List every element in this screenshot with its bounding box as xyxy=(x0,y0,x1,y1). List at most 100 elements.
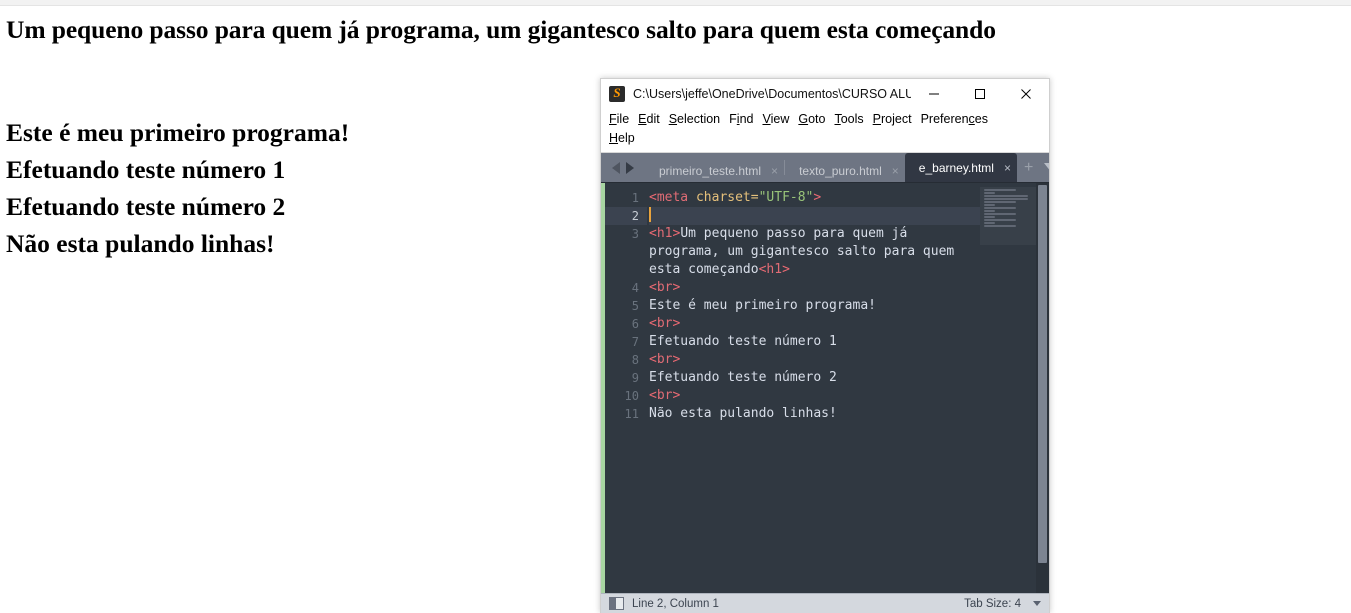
menu-item-view[interactable]: View xyxy=(762,110,798,129)
tab-label: primeiro_teste.html xyxy=(659,163,762,178)
window-title: C:\Users\jeffe\OneDrive\Documentos\CURSO… xyxy=(633,87,911,101)
menu-item-selection[interactable]: Selection xyxy=(669,110,729,129)
code-token-tag: h1 xyxy=(766,262,783,277)
close-icon xyxy=(1021,89,1031,99)
menu-item-find[interactable]: Find xyxy=(729,110,762,129)
editor-tab-active[interactable]: e_barney.html × xyxy=(904,153,1017,182)
code-content[interactable]: <meta charset="UTF-8"> <h1>Um pequeno pas… xyxy=(647,183,980,593)
code-token-punct: < xyxy=(649,352,657,367)
line-number: 1 xyxy=(631,191,639,205)
code-token-punct: > xyxy=(782,262,790,277)
code-token-punct: < xyxy=(649,388,657,403)
code-line[interactable]: Este é meu primeiro programa! xyxy=(649,297,980,315)
code-token-text: Efetuando teste número 1 xyxy=(649,334,837,349)
tab-close-icon[interactable]: × xyxy=(892,165,899,177)
editor-area[interactable]: 1 2 3 4 5 6 7 8 9 10 11 <meta charset="UTF-8"> <h1>… xyxy=(601,182,1049,593)
code-token-text: Este é meu primeiro programa! xyxy=(649,298,876,313)
arrow-right-icon[interactable] xyxy=(626,161,634,174)
line-number: 9 xyxy=(631,371,639,385)
text-cursor xyxy=(649,207,651,222)
code-line[interactable]: <br> xyxy=(649,387,980,405)
line-number-gutter: 1 2 3 4 5 6 7 8 9 10 11 xyxy=(605,183,647,593)
sidebar-toggle-icon[interactable] xyxy=(609,597,624,610)
code-token-tag: br xyxy=(656,316,673,331)
status-bar: Line 2, Column 1 Tab Size: 4 xyxy=(601,593,1049,613)
code-token-punct: > xyxy=(672,352,681,367)
menu-bar: File Edit Selection Find View Goto Tools Projec… xyxy=(601,109,1049,153)
code-line[interactable]: <br> xyxy=(649,351,980,369)
menu-item-project[interactable]: Project xyxy=(873,110,921,129)
tab-actions: + xyxy=(1017,153,1049,182)
code-token-tag: br xyxy=(656,280,673,295)
new-tab-button[interactable]: + xyxy=(1017,159,1040,176)
arrow-left-icon[interactable] xyxy=(612,161,620,174)
code-token-text: Efetuando teste número 2 xyxy=(649,370,837,385)
code-token-str: "UTF-8" xyxy=(758,190,814,205)
menu-item-preferences[interactable]: Preferences xyxy=(921,110,997,129)
page-heading: Um pequeno passo para quem já programa, … xyxy=(6,15,996,44)
code-token-punct: < xyxy=(649,280,657,295)
minimize-button[interactable] xyxy=(911,79,957,109)
status-right-group: Tab Size: 4 xyxy=(946,598,1041,610)
menu-item-help[interactable]: Help xyxy=(609,129,644,148)
code-token-punct: < xyxy=(649,190,657,205)
line-number: 4 xyxy=(631,281,639,295)
code-line[interactable]: esta começando<h1> xyxy=(649,261,980,279)
code-line[interactable]: Não esta pulando linhas! xyxy=(649,405,980,423)
code-token-text: Não esta pulando linhas! xyxy=(649,406,837,421)
code-token-punct: > xyxy=(813,190,822,205)
scrollbar-thumb[interactable] xyxy=(1038,185,1047,563)
editor-tab[interactable]: primeiro_teste.html × xyxy=(645,159,784,182)
code-token-punct: > xyxy=(672,388,681,403)
cursor-position-status[interactable]: Line 2, Column 1 xyxy=(632,598,719,610)
code-line[interactable]: <br> xyxy=(649,315,980,333)
code-token-text: Um pequeno passo para quem já xyxy=(680,226,908,241)
code-token-punct: < xyxy=(649,316,657,331)
line-number: 11 xyxy=(624,407,639,421)
code-token-punct: > xyxy=(672,280,681,295)
tab-nav-arrows[interactable] xyxy=(603,153,645,182)
menu-item-edit[interactable]: Edit xyxy=(638,110,669,129)
sublime-text-icon xyxy=(609,85,625,102)
code-token-text: programa, um gigantesco salto para quem xyxy=(649,244,955,259)
vertical-scrollbar[interactable] xyxy=(1036,183,1049,593)
line-number: 8 xyxy=(631,353,639,367)
menu-item-file[interactable]: File xyxy=(609,110,638,129)
line-number: 3 xyxy=(631,227,639,241)
tab-close-icon[interactable]: × xyxy=(1004,162,1011,174)
code-line[interactable]: Efetuando teste número 1 xyxy=(649,333,980,351)
code-line[interactable]: Efetuando teste número 2 xyxy=(649,369,980,387)
window-titlebar: C:\Users\jeffe\OneDrive\Documentos\CURSO… xyxy=(601,79,1049,109)
minimize-icon xyxy=(929,93,939,95)
chevron-down-icon[interactable] xyxy=(1044,163,1049,172)
code-token-tag: br xyxy=(656,388,673,403)
sublime-text-window: C:\Users\jeffe\OneDrive\Documentos\CURSO… xyxy=(600,78,1050,613)
code-line[interactable]: <h1>Um pequeno passo para quem já xyxy=(649,225,980,243)
code-token-tag: h1 xyxy=(656,226,673,241)
maximize-button[interactable] xyxy=(957,79,1003,109)
line-number: 6 xyxy=(631,317,639,331)
code-line[interactable]: <meta charset="UTF-8"> xyxy=(649,189,980,207)
menu-item-tools[interactable]: Tools xyxy=(834,110,872,129)
code-token-tag: meta xyxy=(656,190,689,205)
code-line[interactable]: programa, um gigantesco salto para quem xyxy=(649,243,980,261)
line-number: 5 xyxy=(631,299,639,313)
code-token-punct: < xyxy=(649,226,657,241)
line-number: 2 xyxy=(605,207,647,225)
close-button[interactable] xyxy=(1003,79,1049,109)
line-number: 10 xyxy=(624,389,639,403)
chevron-down-icon[interactable] xyxy=(1033,601,1041,606)
editor-tab[interactable]: texto_puro.html × xyxy=(785,159,905,182)
minimap[interactable] xyxy=(980,183,1036,593)
code-token-punct: > xyxy=(672,316,681,331)
tab-label: e_barney.html xyxy=(918,160,994,175)
menu-item-goto[interactable]: Goto xyxy=(798,110,834,129)
code-line[interactable] xyxy=(649,207,980,225)
tab-size-status[interactable]: Tab Size: 4 xyxy=(964,598,1021,610)
tab-label: texto_puro.html xyxy=(799,163,882,178)
code-token-text: esta começando xyxy=(649,262,759,277)
minimap-viewport[interactable] xyxy=(980,187,1036,245)
code-token-tag: br xyxy=(656,352,673,367)
tab-close-icon[interactable]: × xyxy=(771,165,778,177)
code-line[interactable]: <br> xyxy=(649,279,980,297)
